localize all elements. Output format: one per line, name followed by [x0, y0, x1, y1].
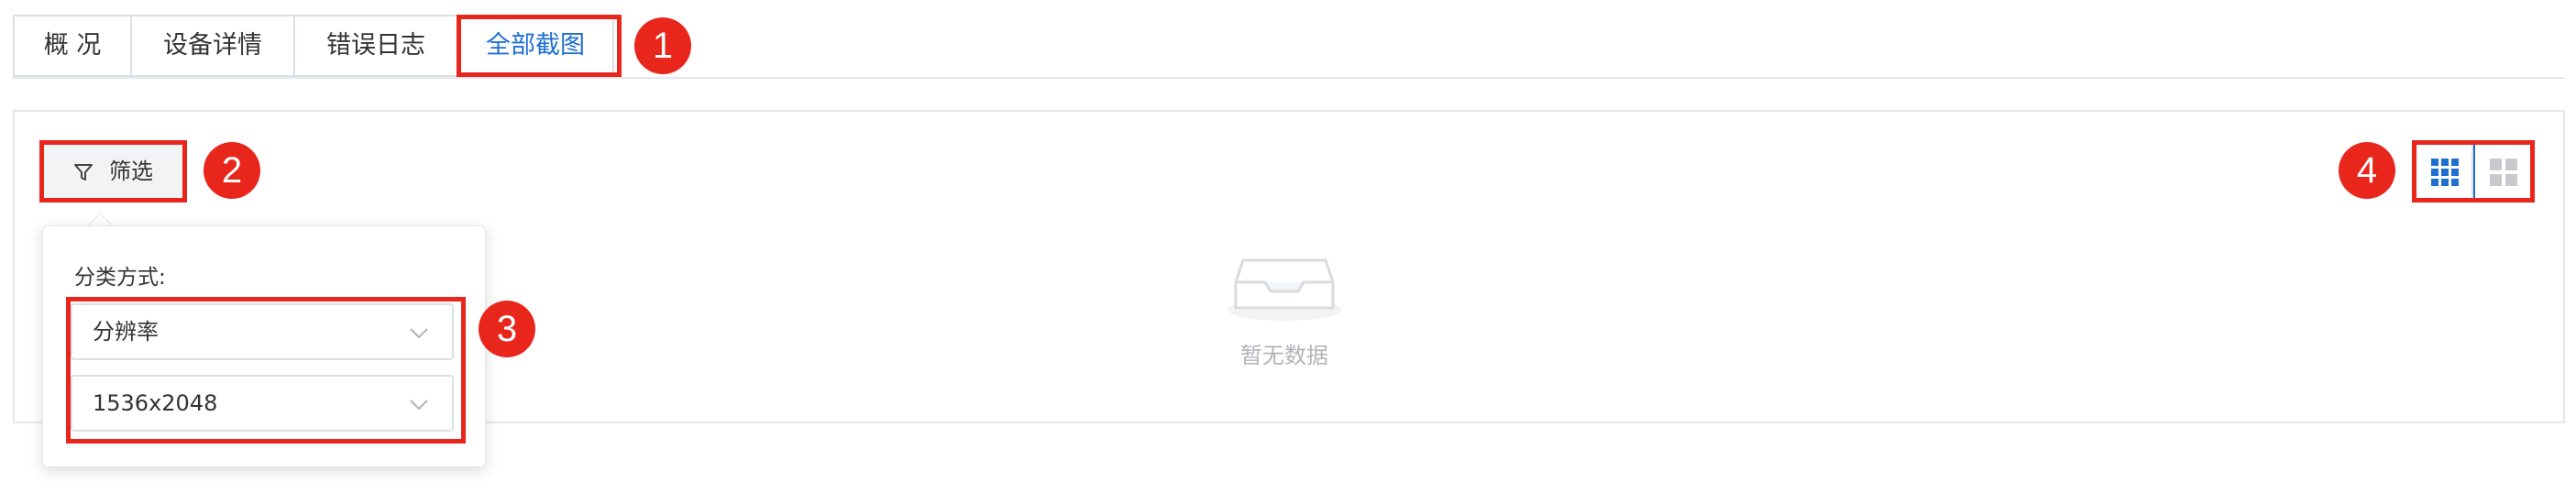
grid-large-view-button[interactable]: [2473, 143, 2532, 200]
grid-small-view-button[interactable]: [2415, 143, 2473, 200]
empty-inbox-icon: [1227, 258, 1341, 321]
resolution-select-value: 1536x2048: [93, 390, 218, 416]
tab-device-details[interactable]: 设备详情: [130, 15, 293, 77]
annotation-badge-1: 1: [634, 17, 691, 74]
tab-divider: [13, 77, 2565, 79]
tab-all-screenshots[interactable]: 全部截图: [457, 15, 614, 77]
annotation-badge-4: 4: [2339, 142, 2395, 199]
classify-select[interactable]: 分辨率: [71, 303, 454, 360]
filter-button-label: 筛选: [109, 159, 153, 184]
annotation-badge-2: 2: [204, 142, 260, 199]
chevron-down-icon: [410, 400, 428, 411]
classify-select-value: 分辨率: [93, 319, 159, 345]
resolution-select[interactable]: 1536x2048: [71, 375, 454, 432]
filter-funnel-icon: [74, 164, 93, 181]
filter-popover: 分类方式: 分辨率 1536x2048: [42, 225, 486, 467]
tab-bar: 概 况 设备详情 错误日志 全部截图: [13, 15, 614, 77]
classify-heading: 分类方式:: [74, 266, 166, 290]
filter-button[interactable]: 筛选: [42, 143, 183, 200]
annotation-badge-3: 3: [479, 301, 535, 357]
tab-error-log[interactable]: 错误日志: [293, 15, 457, 77]
chevron-down-icon: [410, 328, 428, 339]
empty-state-text: 暂无数据: [1240, 343, 1328, 368]
grid-2x2-icon: [2490, 159, 2517, 186]
tab-overview[interactable]: 概 况: [13, 15, 130, 77]
grid-3x3-icon: [2431, 159, 2459, 186]
